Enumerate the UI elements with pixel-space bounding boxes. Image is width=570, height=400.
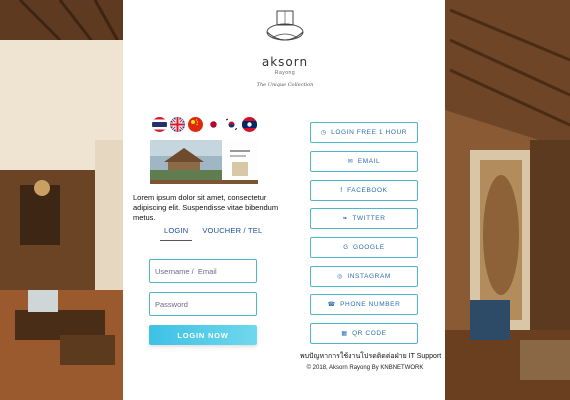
login-now-button[interactable]: LOGIN NOW: [149, 325, 257, 345]
facebook-login-label: FACEBOOK: [347, 187, 388, 194]
google-login-label: GOOGLE: [352, 244, 385, 251]
email-login-label: EMAIL: [357, 158, 381, 165]
phone-login-button[interactable]: ☎ PHONE NUMBER: [310, 294, 418, 315]
username-input[interactable]: [149, 259, 257, 283]
phone-login-label: PHONE NUMBER: [340, 301, 401, 308]
tab-login[interactable]: LOGIN: [160, 224, 193, 241]
brand-location: Rayong: [274, 70, 296, 76]
tab-voucher-tel[interactable]: VOUCHER / TEL: [198, 224, 266, 241]
uk-flag-icon[interactable]: [170, 117, 185, 132]
support-text: พบปัญหาการใช้งานโปรดติดต่อฝ่าย IT Suppor…: [300, 353, 442, 360]
facebook-icon: f: [340, 188, 343, 194]
welcome-text: Lorem ipsum dolor sit amet, consectetur …: [133, 193, 279, 222]
instagram-login-button[interactable]: ◎ INSTAGRAM: [310, 266, 418, 287]
brand-name: aksorn: [261, 55, 309, 69]
brand-logo: aksorn Rayong The Unique Collection: [248, 8, 322, 100]
instagram-icon: ◎: [337, 274, 343, 280]
login-free-hour-label: LOGIN FREE 1 HOUR: [331, 129, 408, 136]
twitter-icon: ❧: [342, 216, 349, 222]
twitter-login-label: TWITTER: [352, 215, 386, 222]
brand-collection: The Unique Collection: [256, 82, 314, 88]
instagram-login-label: INSTAGRAM: [347, 273, 391, 280]
login-free-hour-button[interactable]: ◷ LOGIN FREE 1 HOUR: [310, 122, 418, 143]
qr-code-login-label: QR CODE: [352, 330, 387, 337]
twitter-login-button[interactable]: ❧ TWITTER: [310, 208, 418, 229]
envelope-icon: ✉: [347, 159, 354, 165]
hat-logo-icon: [266, 10, 304, 41]
facebook-login-button[interactable]: f FACEBOOK: [310, 180, 418, 201]
google-login-button[interactable]: G GOOGLE: [310, 237, 418, 258]
qr-code-icon: ▦: [341, 331, 348, 337]
password-input[interactable]: [149, 292, 257, 316]
copyright-text: © 2018, Aksorn Rayong By KNBNETWORK: [306, 365, 424, 371]
laos-flag-icon[interactable]: [242, 117, 257, 132]
china-flag-icon[interactable]: [188, 117, 203, 132]
promo-banner-image: [150, 140, 258, 184]
qr-code-login-button[interactable]: ▦ QR CODE: [310, 323, 418, 344]
email-login-button[interactable]: ✉ EMAIL: [310, 151, 418, 172]
google-icon: G: [343, 245, 349, 251]
korea-flag-icon[interactable]: [224, 117, 239, 132]
language-selector: [152, 117, 257, 132]
clock-icon: ◷: [320, 130, 327, 136]
login-tabs: LOGIN VOUCHER / TEL: [160, 224, 266, 241]
japan-flag-icon[interactable]: [206, 117, 221, 132]
phone-icon: ☎: [327, 302, 336, 308]
thai-flag-icon[interactable]: [152, 117, 167, 132]
